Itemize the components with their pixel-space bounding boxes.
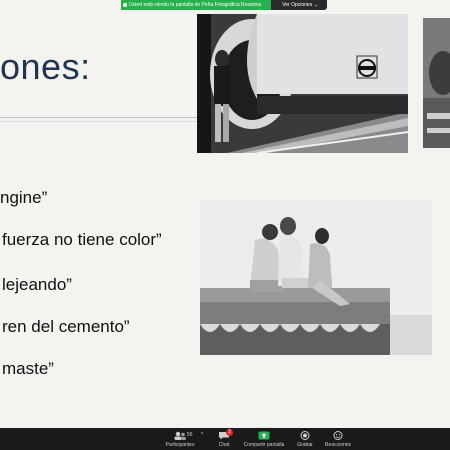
meeting-toolbar: Participantes 56 ^ Chat 2 Compartir pant… [0, 428, 450, 450]
view-options-button[interactable]: Ver Opciones ⌄ [273, 0, 327, 10]
title-divider [0, 117, 197, 118]
reactions-label: Reacciones [324, 442, 352, 448]
portrait-photo-partial [423, 18, 450, 148]
view-options-label: Ver Opciones [282, 2, 313, 8]
slide-bullet: ngine” [0, 188, 48, 207]
three-men-photo [200, 200, 432, 355]
participants-label: Participantes [165, 442, 195, 448]
slide-bullet: maste” [2, 359, 54, 378]
participants-button[interactable]: Participantes [155, 429, 205, 448]
slide-bullet: fuerza no tiene color” [2, 230, 162, 249]
participant-count: 56 [187, 432, 193, 438]
slide-title: ones: [0, 46, 91, 87]
reactions-icon [333, 431, 343, 440]
slide-bullet: ren del cemento” [2, 317, 130, 336]
chat-unread-badge: 2 [226, 429, 233, 436]
screen-share-message: Usted está viendo la pantalla de Peña Fo… [121, 0, 271, 10]
screen-share-banner: Usted está viendo la pantalla de Peña Fo… [121, 0, 327, 10]
slide-bullet: lejeando” [2, 275, 72, 294]
presentation-slide: ones: ngine” fuerza no tiene color” leje… [0, 0, 450, 428]
subway-platform-photo [197, 14, 408, 153]
title-divider-secondary [0, 121, 197, 122]
participants-icon [174, 431, 186, 440]
screen-share-message-text: Usted está viendo la pantalla de Peña Fo… [129, 2, 262, 8]
record-icon [300, 431, 310, 440]
share-screen-icon [258, 431, 270, 440]
chevron-down-icon: ⌄ [313, 2, 318, 8]
share-status-icon [123, 3, 127, 7]
reactions-button[interactable]: Reacciones [313, 429, 363, 448]
